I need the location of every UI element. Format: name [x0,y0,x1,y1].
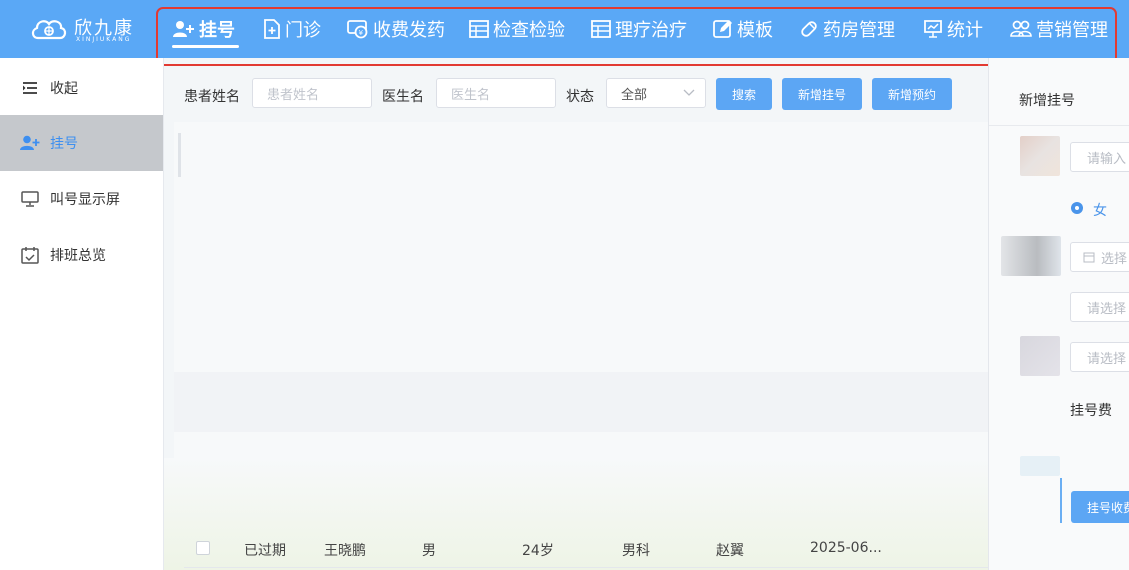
gender-radio-female[interactable] [1071,202,1083,214]
select-field-2[interactable]: 请选择 [1070,342,1129,372]
sidebar: 收起 挂号 叫号显示屏 排班总览 [0,58,164,570]
calendar-icon [20,246,40,264]
logo-subtitle: XINJIUKANG [76,36,132,43]
status-select[interactable]: 全部 [606,78,706,108]
row-patient-name: 王晓鹏 [324,543,366,559]
collapse-icon [20,81,40,95]
app-logo[interactable]: 欣九康 XINJIUKANG [30,10,150,50]
row-department: 男科 [622,543,650,559]
patient-name-input[interactable]: 患者姓名 [252,78,372,108]
gender-radio-label: 女 [1093,203,1107,219]
new-registration-button[interactable]: 新增挂号 [782,78,862,110]
sidebar-item-label: 挂号 [50,136,78,152]
monitor-icon [20,191,40,207]
status-label: 状态 [566,89,594,105]
calendar-icon [1083,252,1095,263]
row-gender: 男 [422,543,436,559]
blurred-field [1001,236,1061,276]
add-user-icon [20,135,40,151]
row-doctor: 赵翼 [716,543,744,559]
cloud-logo-icon [31,20,67,40]
panel-title: 新增挂号 [1019,93,1075,109]
row-checkbox[interactable] [196,541,210,555]
search-button[interactable]: 搜索 [716,78,772,110]
main-content: 患者姓名 患者姓名 医生名 医生名 状态 全部 搜索 新增挂号 新增预约 已过期… [164,58,988,570]
sidebar-item-label: 排班总览 [50,248,106,264]
blurred-field-2 [1020,456,1060,476]
sidebar-item-collapse[interactable]: 收起 [0,60,163,116]
new-appointment-button[interactable]: 新增预约 [872,78,952,110]
table-placeholder-band [174,372,988,432]
row-age: 24岁 [522,543,554,559]
row-divider [184,567,988,568]
row-status: 已过期 [244,543,286,559]
date-picker[interactable]: 选择 [1070,242,1129,272]
sidebar-item-registration[interactable]: 挂号 [0,115,163,171]
blurred-avatar-2 [1020,336,1060,376]
patient-name-field[interactable]: 请输入 [1070,142,1129,172]
table-row[interactable]: 已过期 王晓鹏 男 24岁 男科 赵翼 2025-06... [184,528,988,568]
new-registration-panel: 新增挂号 请输入 女 选择 请选择 请选择 挂号费 挂号收费 [988,58,1129,570]
sidebar-item-label: 叫号显示屏 [50,192,120,208]
table-scrollbar[interactable] [178,133,181,177]
doctor-name-input[interactable]: 医生名 [436,78,556,108]
row-date: 2025-06... [810,540,882,556]
select-field-1[interactable]: 请选择 [1070,292,1129,322]
patient-name-label: 患者姓名 [184,89,240,105]
status-select-value: 全部 [621,87,648,103]
registration-fee-label: 挂号费 [1070,403,1112,419]
chevron-down-icon [683,89,695,96]
sidebar-item-label: 收起 [50,81,78,97]
blurred-avatar [1020,136,1060,176]
doctor-name-label: 医生名 [382,89,424,105]
panel-scroll-indicator [1060,478,1062,523]
date-picker-placeholder: 选择 [1101,251,1128,267]
register-pay-button[interactable]: 挂号收费 [1071,491,1129,523]
sidebar-item-schedule[interactable]: 排班总览 [0,227,163,283]
sidebar-item-call-screen[interactable]: 叫号显示屏 [0,171,163,227]
panel-divider [989,125,1129,126]
